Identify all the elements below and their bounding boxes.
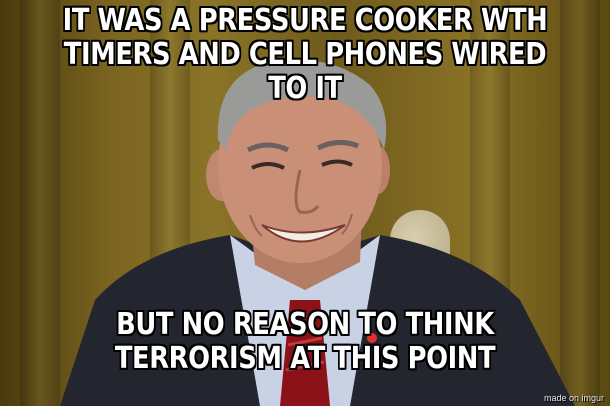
caption-bottom-line-2: TERRORISM AT THIS POINT xyxy=(114,341,496,376)
caption-top-line-2: TIMERS AND CELL PHONES WIRED TO IT xyxy=(63,37,547,106)
caption-top: IT WAS A PRESSURE COOKER WTH TIMERS AND … xyxy=(43,4,568,106)
caption-bottom-line-1: BUT NO REASON TO THINK xyxy=(116,307,494,342)
meme-image: IT WAS A PRESSURE COOKER WTH TIMERS AND … xyxy=(0,0,610,406)
caption-top-line-1: IT WAS A PRESSURE COOKER WTH xyxy=(62,3,548,38)
imgur-watermark: made on imgur xyxy=(543,393,604,403)
caption-bottom: BUT NO REASON TO THINK TERRORISM AT THIS… xyxy=(43,308,568,376)
